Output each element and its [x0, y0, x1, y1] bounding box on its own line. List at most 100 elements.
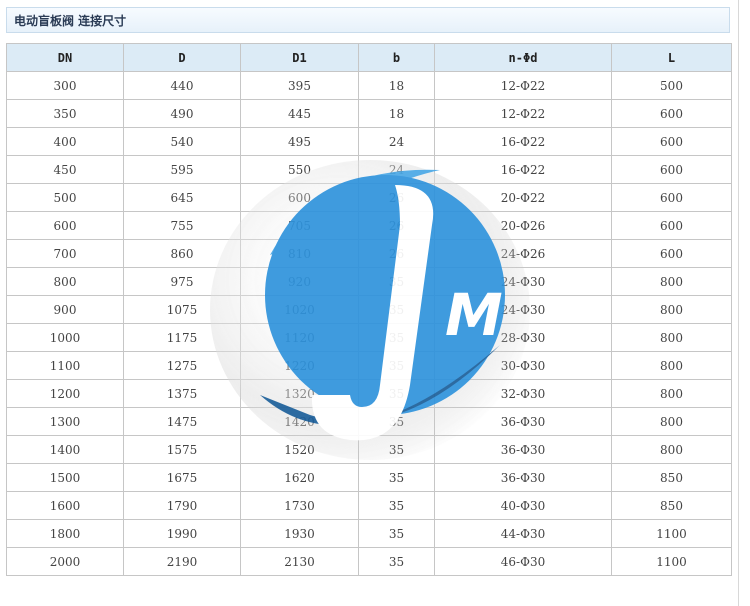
cell-n-phi-d: 36-Φ30	[434, 463, 612, 492]
table-row: 700 860 810 26 24-Φ26 600	[6, 239, 732, 268]
cell-d1: 1620	[240, 463, 359, 492]
cell-n-phi-d: 12-Φ22	[434, 71, 612, 100]
table-row: 800 975 920 35 24-Φ30 800	[6, 267, 732, 296]
cell-n-phi-d: 24-Φ26	[434, 239, 612, 268]
cell-l: 500	[611, 71, 732, 100]
cell-d: 2190	[123, 547, 241, 576]
cell-b: 35	[358, 295, 435, 324]
cell-l: 800	[611, 267, 732, 296]
table-row: 1800 1990 1930 35 44-Φ30 1100	[6, 519, 732, 548]
table-row: 1400 1575 1520 35 36-Φ30 800	[6, 435, 732, 464]
cell-l: 800	[611, 295, 732, 324]
cell-d: 1275	[123, 351, 241, 380]
cell-n-phi-d: 24-Φ30	[434, 267, 612, 296]
cell-d1: 1120	[240, 323, 359, 352]
column-header-d: D	[123, 43, 241, 72]
cell-n-phi-d: 16-Φ22	[434, 155, 612, 184]
cell-l: 600	[611, 155, 732, 184]
cell-dn: 300	[6, 71, 124, 100]
table-row: 900 1075 1020 35 24-Φ30 800	[6, 295, 732, 324]
section-title: 电动盲板阀 连接尺寸	[14, 14, 127, 28]
cell-d1: 1020	[240, 295, 359, 324]
cell-n-phi-d: 36-Φ30	[434, 407, 612, 436]
cell-n-phi-d: 12-Φ22	[434, 99, 612, 128]
cell-d1: 550	[240, 155, 359, 184]
cell-d1: 1520	[240, 435, 359, 464]
cell-l: 800	[611, 407, 732, 436]
cell-b: 35	[358, 407, 435, 436]
cell-n-phi-d: 20-Φ22	[434, 183, 612, 212]
cell-n-phi-d: 40-Φ30	[434, 491, 612, 520]
column-header-n-phi-d: n-Φd	[434, 43, 612, 72]
cell-b: 35	[358, 463, 435, 492]
cell-dn: 400	[6, 127, 124, 156]
cell-b: 26	[358, 211, 435, 240]
cell-dn: 350	[6, 99, 124, 128]
cell-b: 26	[358, 239, 435, 268]
cell-d1: 2130	[240, 547, 359, 576]
cell-d1: 1730	[240, 491, 359, 520]
cell-d1: 395	[240, 71, 359, 100]
table-row: 600 755 705 26 20-Φ26 600	[6, 211, 732, 240]
cell-n-phi-d: 16-Φ22	[434, 127, 612, 156]
cell-d: 1990	[123, 519, 241, 548]
table-header-row: DN D D1 b n-Φd L	[6, 43, 732, 72]
cell-d: 595	[123, 155, 241, 184]
cell-b: 35	[358, 491, 435, 520]
cell-dn: 1500	[6, 463, 124, 492]
cell-d: 1575	[123, 435, 241, 464]
cell-n-phi-d: 28-Φ30	[434, 323, 612, 352]
cell-d: 860	[123, 239, 241, 268]
cell-n-phi-d: 32-Φ30	[434, 379, 612, 408]
cell-l: 800	[611, 351, 732, 380]
cell-d1: 600	[240, 183, 359, 212]
cell-b: 26	[358, 183, 435, 212]
page-divider	[738, 0, 739, 606]
cell-dn: 700	[6, 239, 124, 268]
cell-l: 600	[611, 99, 732, 128]
cell-d1: 810	[240, 239, 359, 268]
cell-b: 18	[358, 71, 435, 100]
cell-d1: 1320	[240, 379, 359, 408]
cell-dn: 600	[6, 211, 124, 240]
table-row: 1200 1375 1320 35 32-Φ30 800	[6, 379, 732, 408]
cell-dn: 1400	[6, 435, 124, 464]
cell-d1: 1420	[240, 407, 359, 436]
cell-b: 24	[358, 155, 435, 184]
cell-n-phi-d: 44-Φ30	[434, 519, 612, 548]
cell-n-phi-d: 30-Φ30	[434, 351, 612, 380]
cell-d: 1675	[123, 463, 241, 492]
cell-l: 800	[611, 323, 732, 352]
cell-dn: 1100	[6, 351, 124, 380]
cell-l: 600	[611, 239, 732, 268]
section-title-bar: 电动盲板阀 连接尺寸	[6, 7, 730, 33]
cell-d1: 445	[240, 99, 359, 128]
column-header-dn: DN	[6, 43, 124, 72]
column-header-b: b	[358, 43, 435, 72]
column-header-l: L	[611, 43, 732, 72]
cell-d1: 920	[240, 267, 359, 296]
cell-l: 800	[611, 435, 732, 464]
cell-dn: 2000	[6, 547, 124, 576]
cell-b: 35	[358, 435, 435, 464]
table-row: 300 440 395 18 12-Φ22 500	[6, 71, 732, 100]
cell-d: 440	[123, 71, 241, 100]
cell-dn: 800	[6, 267, 124, 296]
cell-d: 1175	[123, 323, 241, 352]
table-row: 1600 1790 1730 35 40-Φ30 850	[6, 491, 732, 520]
cell-dn: 900	[6, 295, 124, 324]
cell-d: 755	[123, 211, 241, 240]
column-header-d1: D1	[240, 43, 359, 72]
cell-b: 18	[358, 99, 435, 128]
cell-l: 600	[611, 211, 732, 240]
cell-d: 540	[123, 127, 241, 156]
cell-dn: 1600	[6, 491, 124, 520]
cell-d: 1375	[123, 379, 241, 408]
cell-d1: 495	[240, 127, 359, 156]
cell-dn: 450	[6, 155, 124, 184]
cell-l: 600	[611, 127, 732, 156]
cell-b: 35	[358, 519, 435, 548]
table-row: 1100 1275 1220 35 30-Φ30 800	[6, 351, 732, 380]
cell-d: 645	[123, 183, 241, 212]
cell-dn: 1300	[6, 407, 124, 436]
